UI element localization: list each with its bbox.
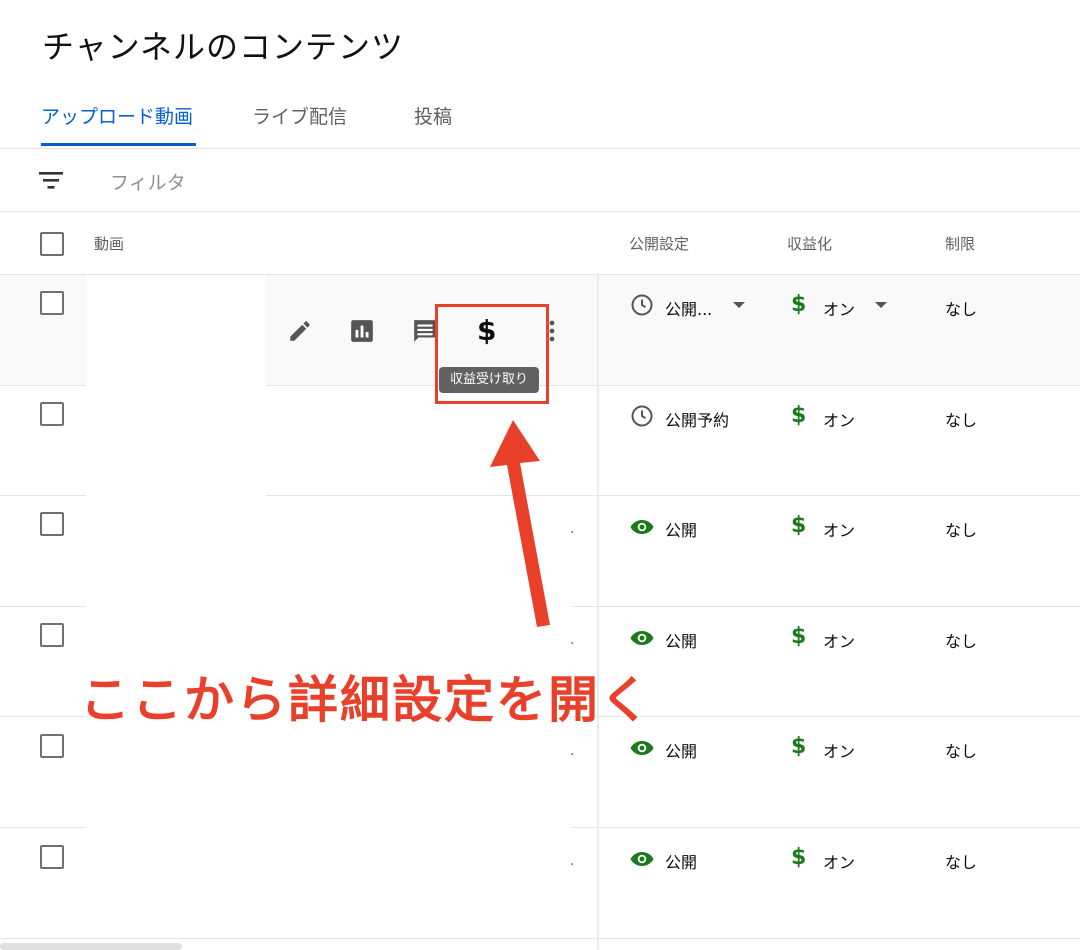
visibility-value: 公開 <box>665 853 698 872</box>
dollar-icon: $ <box>791 624 807 649</box>
pencil-icon[interactable] <box>287 318 313 344</box>
restrictions-value: なし <box>945 300 978 319</box>
monetization-value: オン <box>823 853 856 872</box>
eye-icon <box>630 631 654 645</box>
column-divider <box>597 274 599 950</box>
redacted-thumbnail <box>86 275 266 385</box>
column-header-visibility[interactable]: 公開設定 <box>629 233 689 254</box>
row-checkbox[interactable] <box>40 402 64 426</box>
restrictions-value: なし <box>945 632 978 651</box>
tab-bar: アップロード動画 ライブ配信 投稿 <box>0 90 1080 148</box>
truncated-title-ellipsis: . <box>570 632 575 648</box>
restrictions-value: なし <box>945 853 978 872</box>
truncated-title-ellipsis: . <box>570 853 575 869</box>
eye-icon <box>630 852 654 866</box>
divider <box>0 938 1080 939</box>
visibility-value[interactable]: 公開... <box>665 296 712 320</box>
clock-icon <box>631 294 653 316</box>
monetization-value[interactable]: オン <box>823 296 855 320</box>
column-header-monetization[interactable]: 収益化 <box>787 233 832 254</box>
dollar-icon: $ <box>791 513 807 538</box>
filter-input[interactable]: フィルタ <box>110 168 186 195</box>
eye-icon <box>630 520 654 534</box>
tab-uploads[interactable]: アップロード動画 <box>41 102 193 129</box>
row-checkbox[interactable] <box>40 623 64 647</box>
analytics-icon[interactable] <box>349 318 375 344</box>
column-header-video: 動画 <box>94 235 125 253</box>
restrictions-value: なし <box>945 411 978 430</box>
filter-icon[interactable] <box>38 168 64 192</box>
row-checkbox[interactable] <box>40 512 64 536</box>
eye-icon <box>630 741 654 755</box>
monetization-dropdown-caret[interactable] <box>875 302 887 308</box>
visibility-value: 公開 <box>665 632 698 651</box>
highlight-box <box>435 304 549 404</box>
row-checkbox[interactable] <box>40 734 64 758</box>
dollar-icon: $ <box>791 845 807 870</box>
clock-icon <box>631 405 653 427</box>
monetization-value: オン <box>823 632 856 651</box>
restrictions-value: なし <box>945 742 978 761</box>
monetization-value: オン <box>823 742 856 761</box>
truncated-title-ellipsis: . <box>570 743 575 759</box>
row-checkbox[interactable] <box>40 845 64 869</box>
tab-live[interactable]: ライブ配信 <box>252 102 347 129</box>
visibility-value: 公開 <box>665 521 698 540</box>
monetization-value: オン <box>823 521 856 540</box>
divider <box>0 211 1080 212</box>
annotation-text: ここから詳細設定を開く <box>80 671 652 729</box>
visibility-value: 公開 <box>665 742 698 761</box>
divider <box>0 148 1080 149</box>
dollar-icon: $ <box>791 734 807 759</box>
visibility-value: 公開予約 <box>665 411 730 430</box>
select-all-checkbox[interactable] <box>40 232 64 256</box>
visibility-dropdown-caret[interactable] <box>733 302 745 308</box>
page-title: チャンネルのコンテンツ <box>42 28 405 66</box>
tab-posts[interactable]: 投稿 <box>414 102 452 129</box>
column-header-restrictions[interactable]: 制限 <box>945 233 975 254</box>
horizontal-scrollbar[interactable] <box>0 943 182 950</box>
dollar-icon: $ <box>791 403 807 428</box>
redacted-thumbnail <box>86 385 266 830</box>
monetization-value: オン <box>823 411 856 430</box>
restrictions-value: なし <box>945 521 978 540</box>
annotation-arrow <box>490 420 550 627</box>
truncated-title-ellipsis: . <box>570 521 575 537</box>
row-checkbox[interactable] <box>40 291 64 315</box>
dollar-icon: $ <box>791 292 807 317</box>
active-tab-indicator <box>41 143 196 146</box>
